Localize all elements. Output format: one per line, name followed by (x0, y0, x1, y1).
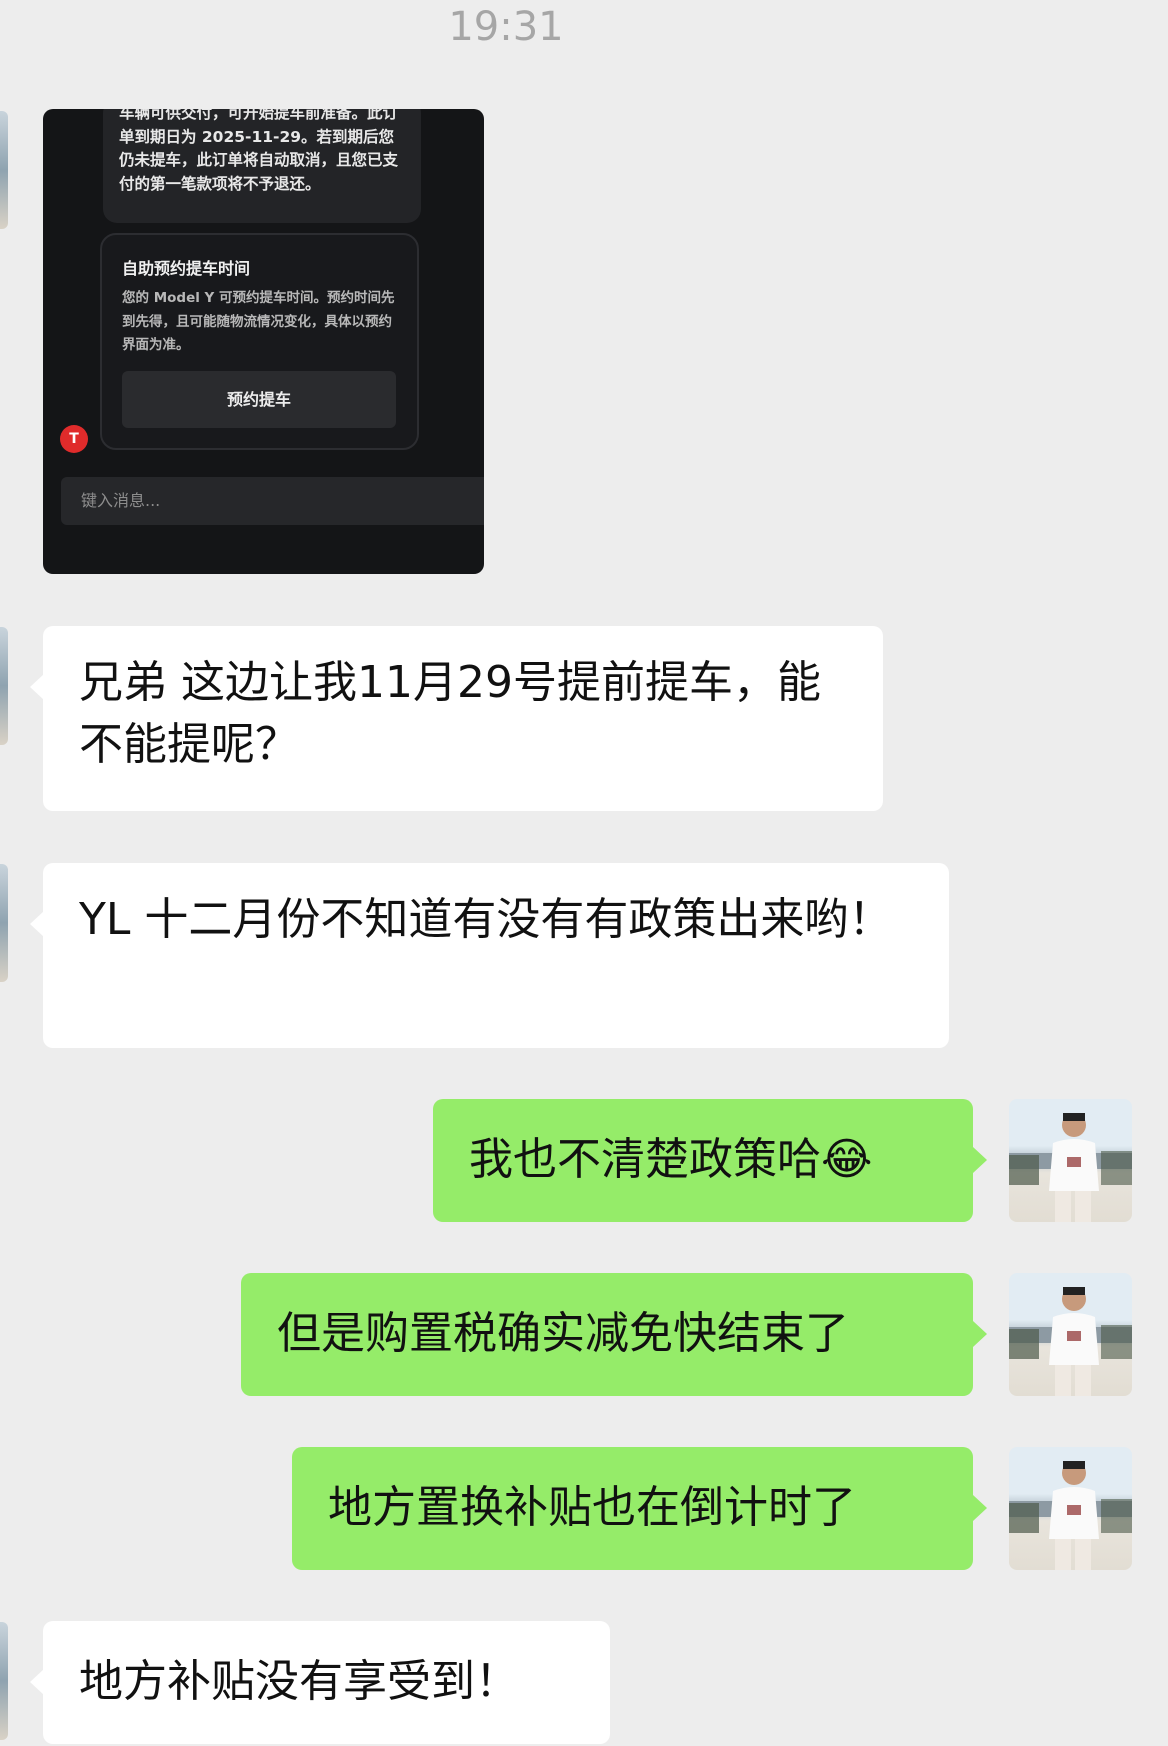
received-message[interactable]: YL 十二月份不知道有没有有政策出来哟！ (30, 863, 949, 1048)
message-text: 但是购置税确实减免快结束了 (277, 1308, 849, 1359)
received-message[interactable]: 地方补贴没有享受到！ (30, 1621, 610, 1744)
pickup-card-title: 自助预约提车时间 (122, 259, 251, 278)
message-text: 地方置换补贴也在倒计时了 (328, 1482, 856, 1533)
pickup-booking-card: 自助预约提车时间 您的 Model Y 可预约提车时间。预约时间先到先得，且可能… (100, 233, 419, 450)
message-input: 键入消息... (61, 477, 484, 525)
sent-message[interactable]: 地方置换补贴也在倒计时了 (292, 1447, 987, 1570)
sent-message[interactable]: 我也不清楚政策哈😂 (433, 1099, 987, 1222)
message-text: YL 十二月份不知道有没有有政策出来哟！ (79, 894, 893, 945)
sent-message[interactable]: 但是购置税确实减免快结束了 (241, 1273, 987, 1396)
message-text: 兄弟 这边让我11月29号提前提车，能不能提呢？ (79, 657, 821, 770)
chat-timestamp: 19:31 (448, 4, 564, 50)
peer-avatar[interactable] (0, 864, 8, 982)
received-message[interactable]: 兄弟 这边让我11月29号提前提车，能不能提呢？ (30, 626, 883, 811)
delivery-notice-text: 车辆可供交付，可开始提车前准备。此订单到期日为 2025-11-29。若到期后您… (119, 109, 399, 193)
message-text: 我也不清楚政策哈 (469, 1134, 821, 1185)
delivery-notice-card: 车辆可供交付，可开始提车前准备。此订单到期日为 2025-11-29。若到期后您… (103, 109, 421, 223)
peer-avatar[interactable] (0, 111, 8, 229)
user-avatar[interactable] (1009, 1273, 1132, 1396)
peer-avatar[interactable] (0, 627, 8, 745)
message-text: 地方补贴没有享受到！ (79, 1656, 519, 1707)
peer-avatar[interactable] (0, 1622, 8, 1740)
pickup-card-body: 您的 Model Y 可预约提车时间。预约时间先到先得，且可能随物流情况变化，具… (122, 290, 395, 353)
book-pickup-button: 预约提车 (122, 371, 396, 428)
laughing-crying-emoji-icon: 😂 (821, 1134, 873, 1185)
image-message[interactable]: 车辆可供交付，可开始提车前准备。此订单到期日为 2025-11-29。若到期后您… (43, 109, 484, 574)
tesla-logo-icon: T (60, 425, 88, 453)
user-avatar[interactable] (1009, 1099, 1132, 1222)
user-avatar[interactable] (1009, 1447, 1132, 1570)
